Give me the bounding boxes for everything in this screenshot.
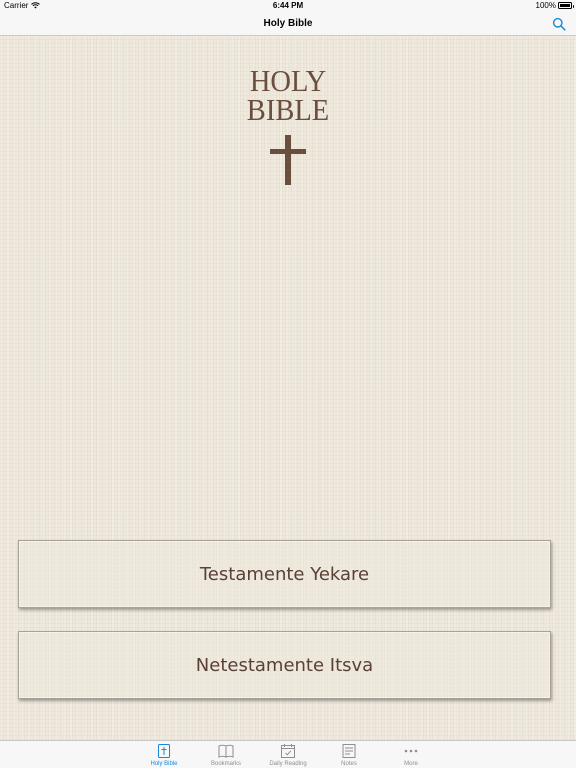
battery-icon [558, 2, 574, 9]
tab-label: Bookmarks [210, 761, 241, 767]
tab-bookmarks[interactable]: Bookmarks [196, 741, 256, 768]
new-testament-button[interactable]: Netestamente Itsva [18, 631, 551, 699]
tab-label: Daily Reading [269, 761, 307, 767]
new-testament-label: Netestamente Itsva [195, 654, 374, 676]
calendar-check-icon [281, 744, 295, 758]
book-open-icon [218, 744, 234, 758]
old-testament-label: Testamente Yekare [199, 563, 370, 585]
tab-label: Holy Bible [150, 761, 178, 767]
status-time: 6:44 PM [272, 1, 304, 10]
tab-label: More [404, 761, 418, 767]
battery-percent: 100% [535, 1, 556, 10]
cross-icon [270, 135, 306, 185]
logo-line-holy: HOLY [249, 63, 327, 98]
tab-more[interactable]: More [381, 741, 441, 768]
tab-bar: Holy Bible Bookmarks Daily Reading Notes [0, 740, 576, 768]
bible-icon [158, 744, 170, 758]
old-testament-button[interactable]: Testamente Yekare [18, 540, 551, 608]
logo-line-bible: BIBLE [246, 92, 330, 127]
tab-notes[interactable]: Notes [319, 741, 379, 768]
main-content: HOLY BIBLE Testamente Yekare Netestament… [0, 37, 576, 740]
tab-label: Notes [341, 761, 357, 767]
more-icon [404, 749, 418, 753]
notes-icon [342, 744, 356, 758]
holy-bible-logo: HOLY BIBLE [23, 63, 553, 127]
search-icon[interactable] [552, 17, 566, 31]
tab-holy-bible[interactable]: Holy Bible [134, 741, 194, 768]
status-bar: Carrier 6:44 PM 100% [0, 0, 576, 12]
navigation-bar: Holy Bible [0, 12, 576, 36]
page-title: Holy Bible [263, 18, 313, 29]
tab-daily-reading[interactable]: Daily Reading [258, 741, 318, 768]
battery-status: 100% [535, 1, 574, 10]
